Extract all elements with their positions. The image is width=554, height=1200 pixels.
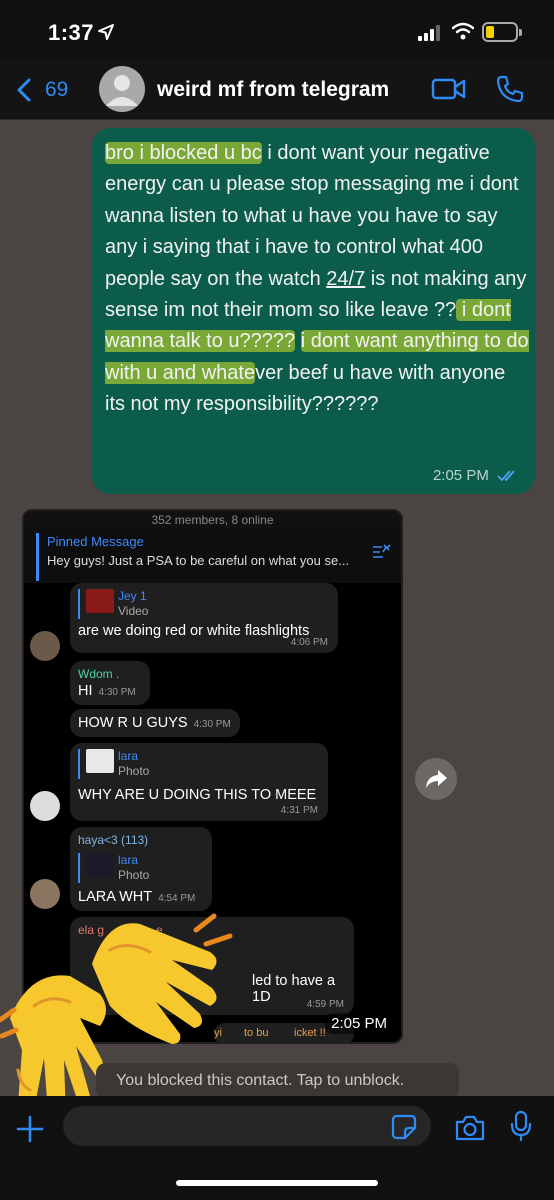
- telegram-avatar: [30, 791, 60, 821]
- pinned-text: Hey guys! Just a PSA to be careful on wh…: [47, 553, 350, 568]
- underlined-text[interactable]: 24/7: [326, 268, 365, 290]
- forward-button[interactable]: [415, 758, 457, 800]
- reply-name: lara: [118, 749, 139, 763]
- image-message-time: 2:05 PM: [325, 1013, 393, 1034]
- reply-kind: Video: [118, 604, 149, 618]
- telegram-message-time: 4:30 PM: [193, 719, 231, 730]
- read-ticks-icon: [497, 470, 515, 482]
- camera-icon[interactable]: [454, 1114, 486, 1142]
- telegram-sender: haya<3 (113): [78, 833, 149, 847]
- message-composer: [0, 1096, 554, 1200]
- reply-name: lara: [118, 853, 139, 867]
- video-call-icon[interactable]: [431, 77, 467, 101]
- location-arrow-icon: [98, 24, 114, 40]
- highlighted-text: bro i blocked u bc: [105, 142, 262, 164]
- signal-icon: [418, 25, 440, 41]
- contact-avatar[interactable]: [99, 66, 145, 112]
- wifi-icon: [452, 22, 474, 40]
- telegram-message-text: are we doing red or white flashlights: [78, 623, 310, 639]
- telegram-message: haya<3 (113) lara Photo LARA WHT 4:54 PM: [70, 827, 212, 911]
- pin-list-icon: [373, 544, 391, 558]
- message-time: 2:05 PM: [432, 467, 489, 484]
- telegram-message-text: HOW R U GUYS: [78, 715, 188, 731]
- phone-icon[interactable]: [496, 75, 524, 103]
- status-time: 1:37: [48, 20, 95, 45]
- telegram-message-text: icket !!: [294, 1027, 326, 1039]
- message-text-segment: [295, 330, 301, 352]
- home-indicator: [176, 1180, 378, 1186]
- telegram-message: HOW R U GUYS 4:30 PM: [70, 709, 240, 737]
- outgoing-message-bubble[interactable]: bro i blocked u bc i dont want your nega…: [92, 128, 535, 494]
- reply-kind: Photo: [118, 868, 150, 882]
- telegram-message-text: WHY ARE U DOING THIS TO MEEE: [78, 787, 317, 803]
- outgoing-message-text: bro i blocked u bc i dont want your nega…: [105, 138, 530, 421]
- back-count[interactable]: 69: [45, 78, 68, 102]
- chat-header: 69 weird mf from telegram: [0, 60, 554, 120]
- telegram-message-time: 4:06 PM: [290, 637, 328, 648]
- telegram-sender: Wdom .: [78, 667, 120, 681]
- pinned-message: Pinned Message Hey guys! Just a PSA to b…: [36, 533, 391, 581]
- telegram-message-text: HI: [78, 683, 93, 699]
- telegram-message-time: 4:31 PM: [280, 805, 318, 816]
- message-meta: 2:05 PM: [433, 467, 519, 484]
- back-chevron-icon[interactable]: [16, 78, 32, 102]
- plus-icon[interactable]: [15, 1114, 45, 1144]
- sticker-icon[interactable]: [391, 1114, 417, 1140]
- telegram-message-text: to bu: [244, 1027, 269, 1039]
- message-input[interactable]: [63, 1106, 431, 1146]
- forward-icon: [426, 770, 447, 788]
- microphone-icon[interactable]: [510, 1110, 532, 1142]
- reply-name: Jey 1: [118, 589, 147, 603]
- telegram-member-count: 352 members, 8 online: [24, 511, 401, 529]
- blocked-contact-notice[interactable]: You blocked this contact. Tap to unblock…: [96, 1063, 459, 1099]
- telegram-avatar: [30, 631, 60, 661]
- telegram-message-time: 4:30 PM: [98, 687, 136, 698]
- status-bar: 1:37: [0, 0, 554, 60]
- telegram-avatar: [30, 879, 60, 909]
- telegram-message: Wdom . HI 4:30 PM: [70, 661, 150, 705]
- reply-kind: Photo: [118, 764, 150, 778]
- telegram-message-text: LARA WHT: [78, 889, 153, 905]
- telegram-message: Jey 1 Video are we doing red or white fla…: [70, 583, 338, 653]
- contact-name[interactable]: weird mf from telegram: [157, 78, 389, 102]
- pinned-title: Pinned Message: [47, 534, 144, 549]
- battery-icon: [482, 22, 522, 42]
- telegram-message-time: 4:54 PM: [158, 893, 196, 904]
- telegram-message-time: 4:59 PM: [306, 999, 344, 1010]
- telegram-message: lara Photo WHY ARE U DOING THIS TO MEEE 4…: [70, 743, 328, 821]
